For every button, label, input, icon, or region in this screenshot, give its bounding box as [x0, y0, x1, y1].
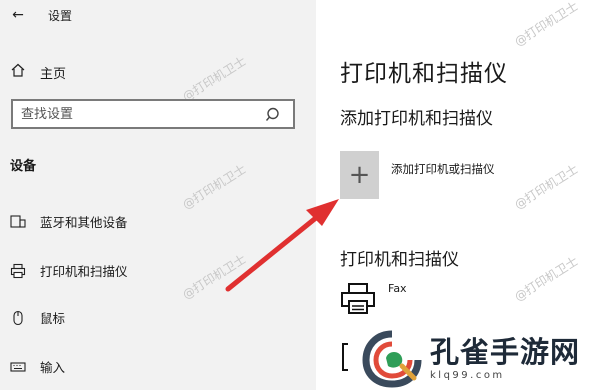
brand-name: 孔雀手游网	[430, 335, 581, 370]
device-name: Fax	[388, 282, 407, 295]
sidebar-item-label: 鼠标	[40, 311, 66, 326]
printer-icon	[10, 263, 26, 279]
fax-printer-icon	[340, 282, 376, 320]
back-arrow-icon[interactable]: ←	[10, 7, 26, 23]
keyboard-icon	[10, 359, 26, 375]
page-title: 打印机和扫描仪	[340, 61, 508, 87]
bluetooth-devices-icon	[10, 214, 26, 230]
sidebar-item-typing[interactable]: 输入	[10, 357, 65, 376]
home-icon	[10, 62, 26, 82]
title-bar: ← 设置	[10, 5, 72, 25]
sidebar-item-label: 打印机和扫描仪	[40, 264, 128, 279]
mouse-icon	[10, 310, 26, 326]
add-printer-button[interactable]: + 添加打印机或扫描仪	[340, 151, 495, 199]
search-icon[interactable]	[265, 106, 283, 124]
window-title: 设置	[48, 8, 73, 23]
brand-logo-icon	[362, 330, 422, 388]
sidebar	[0, 0, 316, 390]
sidebar-item-mouse[interactable]: 鼠标	[10, 308, 65, 327]
printers-list-title: 打印机和扫描仪	[340, 250, 459, 270]
brand-watermark: 孔雀手游网 klq99.com	[362, 330, 580, 388]
section-title: 设备	[10, 159, 37, 174]
search-box[interactable]	[11, 99, 295, 129]
printer-icon	[342, 343, 362, 376]
sidebar-item-bluetooth[interactable]: 蓝牙和其他设备	[10, 212, 128, 231]
add-printer-label: 添加打印机或扫描仪	[391, 162, 495, 176]
brand-url: klq99.com	[430, 369, 505, 381]
sidebar-item-label: 蓝牙和其他设备	[40, 215, 128, 230]
device-item-partial[interactable]	[342, 342, 362, 376]
sidebar-item-label: 主页	[40, 66, 67, 82]
search-input[interactable]	[21, 106, 261, 122]
plus-icon: +	[340, 151, 379, 199]
sidebar-item-home[interactable]: 主页	[10, 62, 66, 82]
sidebar-item-printers[interactable]: 打印机和扫描仪	[10, 261, 128, 280]
add-section-title: 添加打印机和扫描仪	[340, 109, 493, 129]
sidebar-item-label: 输入	[40, 360, 66, 375]
device-item-fax[interactable]: Fax	[340, 282, 407, 320]
